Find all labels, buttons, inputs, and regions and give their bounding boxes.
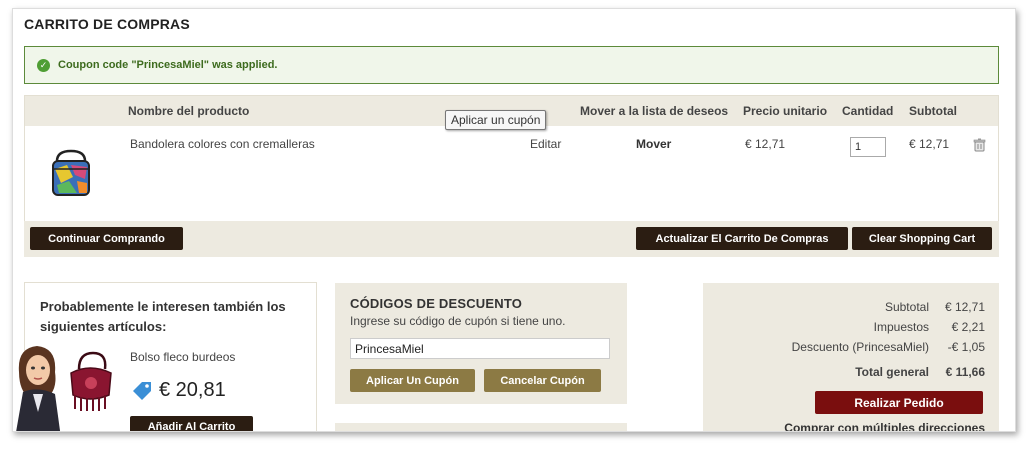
header-qty: Cantidad <box>842 104 894 118</box>
quantity-input[interactable]: 1 <box>850 137 886 157</box>
crosssell-heading: Probablemente le interesen también los s… <box>40 299 286 334</box>
continue-shopping-button[interactable]: Continuar Comprando <box>30 227 183 250</box>
multi-address-link[interactable]: Comprar con múltiples direcciones <box>784 421 985 431</box>
discount-label: Descuento (PrincesaMiel) <box>791 340 929 354</box>
cancel-coupon-button[interactable]: Cancelar Cupón <box>484 369 601 392</box>
edit-link[interactable]: Editar <box>530 137 561 151</box>
product-thumbnail[interactable] <box>43 147 99 203</box>
price-tag-icon <box>133 382 151 400</box>
move-to-wishlist-link[interactable]: Mover <box>636 137 671 151</box>
table-row: Bandolera colores con cremalleras Editar… <box>25 126 998 221</box>
discount-heading: CÓDIGOS DE DESCUENTO <box>350 296 523 311</box>
tooltip: Aplicar un cupón <box>445 110 547 130</box>
header-wishlist: Mover a la lista de deseos <box>580 104 729 118</box>
add-to-cart-button[interactable]: Añadir Al Carrito <box>130 416 253 431</box>
success-text: Coupon code "PrincesaMiel" was applied. <box>58 59 278 71</box>
coupon-input[interactable] <box>350 338 610 359</box>
row-subtotal: € 12,71 <box>909 137 950 151</box>
product-thumbnail[interactable] <box>63 349 117 413</box>
discount-subtitle: Ingrese su código de cupón si tiene uno. <box>350 314 566 328</box>
tax-label: Impuestos <box>873 320 929 334</box>
crosssell-product-name[interactable]: Bolso fleco burdeos <box>130 350 235 364</box>
avatar <box>16 346 61 431</box>
header-product: Nombre del producto <box>128 104 250 118</box>
checkout-button[interactable]: Realizar Pedido <box>815 391 983 414</box>
crosssell-price: € 20,81 <box>159 379 226 401</box>
checkmark-icon: ✓ <box>37 58 50 72</box>
header-unit-price: Precio unitario <box>743 104 828 118</box>
clear-cart-button[interactable]: Clear Shopping Cart <box>852 227 992 250</box>
unit-price: € 12,71 <box>745 137 786 151</box>
totals-panel: Subtotal € 12,71 Impuestos € 2,21 Descue… <box>703 283 999 431</box>
subtotal-value: € 12,71 <box>944 300 985 314</box>
product-name[interactable]: Bandolera colores con cremalleras <box>130 137 315 151</box>
update-cart-button[interactable]: Actualizar El Carrito De Compras <box>636 227 848 250</box>
discount-panel: CÓDIGOS DE DESCUENTO Ingrese su código d… <box>335 283 627 404</box>
discount-value: -€ 1,05 <box>947 340 985 354</box>
shipping-panel <box>335 423 627 431</box>
grand-total-label: Total general <box>855 365 929 379</box>
trash-icon[interactable] <box>973 138 986 152</box>
apply-coupon-button[interactable]: Aplicar Un Cupón <box>350 369 475 392</box>
crosssell-panel: Probablemente le interesen también los s… <box>24 282 317 431</box>
tax-value: € 2,21 <box>951 320 985 334</box>
page-title: CARRITO DE COMPRAS <box>24 16 190 32</box>
cart-actions-bar: Continuar Comprando Actualizar El Carrit… <box>24 221 999 257</box>
header-subtotal: Subtotal <box>909 104 957 118</box>
cart-page: CARRITO DE COMPRAS ✓ Coupon code "Prince… <box>12 8 1016 432</box>
grand-total-value: € 11,66 <box>945 365 985 379</box>
success-message: ✓ Coupon code "PrincesaMiel" was applied… <box>24 46 999 84</box>
subtotal-label: Subtotal <box>884 300 929 314</box>
